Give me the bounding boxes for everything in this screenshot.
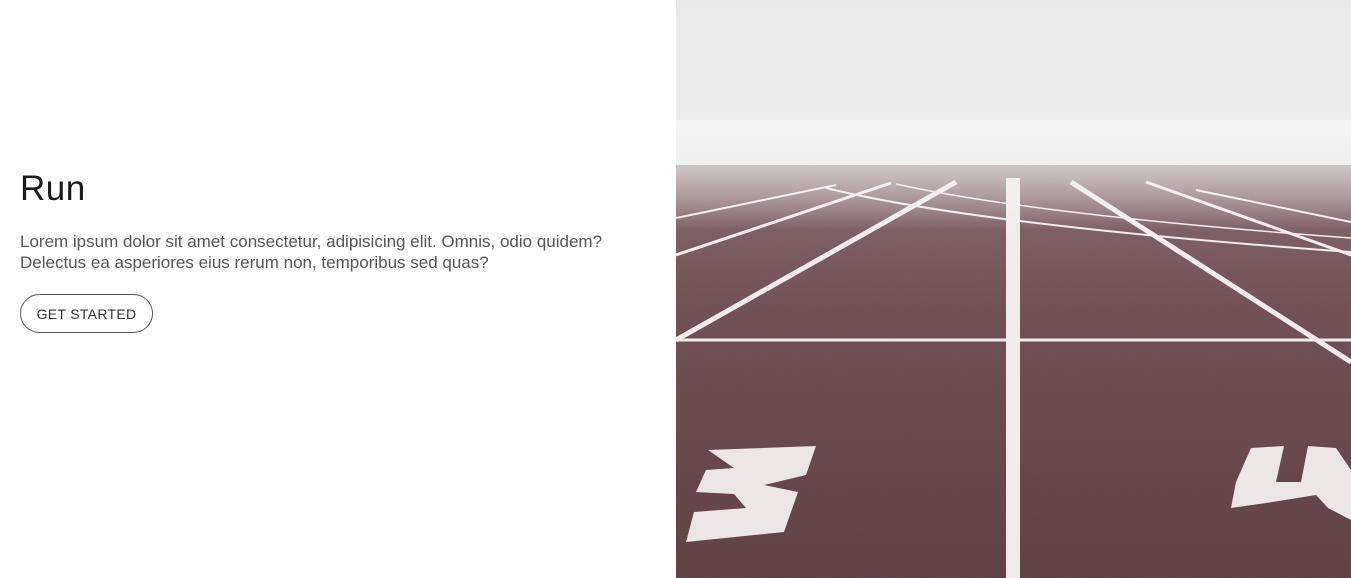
hero-text-panel: Run Lorem ipsum dolor sit amet consectet…	[0, 0, 676, 578]
hero-content: Run Lorem ipsum dolor sit amet consectet…	[20, 167, 660, 333]
get-started-button[interactable]: GET STARTED	[20, 294, 153, 333]
hero-image	[676, 0, 1351, 578]
horizon-haze	[676, 120, 1351, 230]
page: Run Lorem ipsum dolor sit amet consectet…	[0, 0, 1351, 578]
hero-title: Run	[20, 169, 86, 208]
running-track-image	[676, 0, 1351, 578]
hero-description: Lorem ipsum dolor sit amet consectetur, …	[20, 232, 603, 272]
